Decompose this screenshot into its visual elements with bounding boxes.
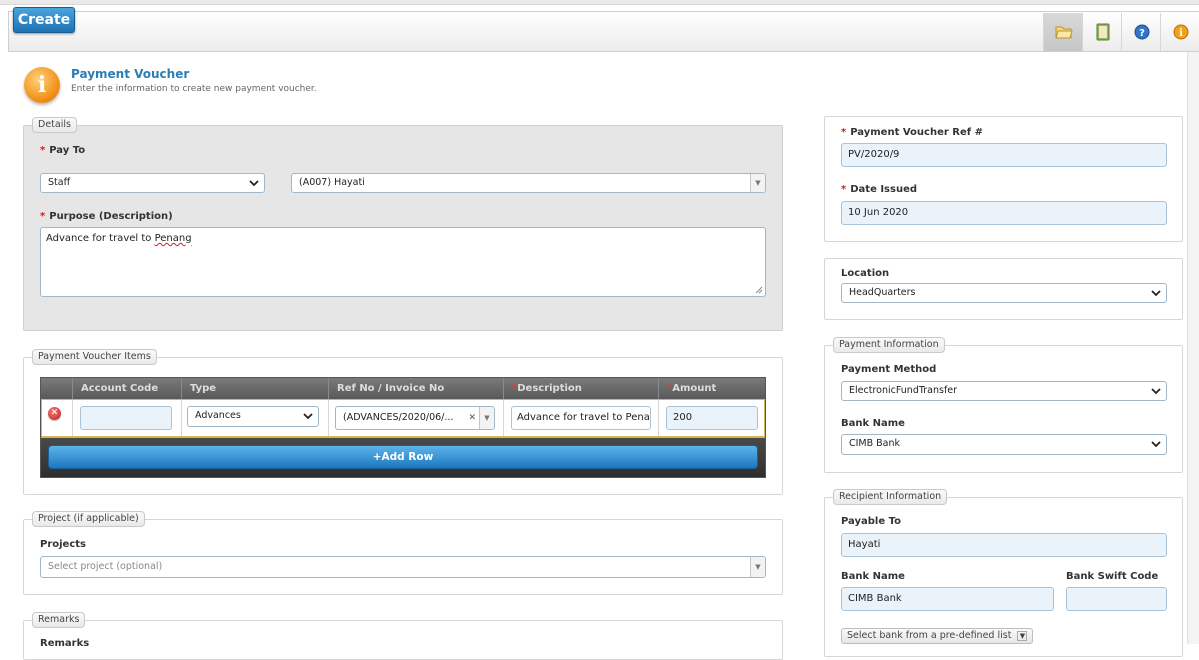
items-grid-header: Account Code Type Ref No / Invoice No *D… [41,378,765,399]
toolbar [8,11,1199,52]
voucher-ref-label: * Payment Voucher Ref # [841,127,983,138]
ref-no-combo[interactable]: (ADVANCES/2020/06/... ✕ ▼ [335,406,495,430]
payment-bank-label: Bank Name [841,418,905,429]
svg-text:i: i [1179,28,1183,39]
chevron-down-icon [1151,388,1161,395]
date-issued-label: * Date Issued [841,184,918,195]
folder-open-icon[interactable] [1043,13,1083,51]
pay-to-label: * Pay To [40,145,86,156]
recipient-bank-input[interactable]: CIMB Bank [841,587,1054,611]
header-description: *Description [503,378,658,399]
page-scrollbar[interactable] [1187,52,1199,644]
item-description-input[interactable]: Advance for travel to Pena [511,406,651,430]
pay-to-person-combo[interactable]: (A007) Hayati ▼ [291,173,766,193]
chevron-down-icon [303,413,313,420]
recipient-bank-label: Bank Name [841,571,905,582]
purpose-textarea[interactable]: Advance for travel to Penang [40,227,766,297]
header-delete-col [41,378,72,399]
create-button[interactable]: Create [13,7,75,33]
chevron-down-icon [1151,441,1161,448]
chevron-down-icon [1151,290,1161,297]
swift-code-label: Bank Swift Code [1066,571,1159,582]
chevron-down-icon: ▼ [1017,630,1028,641]
info-header-icon: i [24,67,60,103]
item-amount-input[interactable]: 200 [666,406,758,430]
projects-combo[interactable]: Select project (optional) ▼ [40,556,766,578]
item-type-select[interactable]: Advances [187,406,319,427]
header-type: Type [181,378,328,399]
chevron-down-icon [249,180,259,187]
remarks-legend: Remarks [32,612,86,628]
header-amount: *Amount [658,378,765,399]
header-account-code: Account Code [72,378,181,399]
details-legend: Details [32,117,77,133]
location-label: Location [841,268,890,279]
help-icon[interactable]: ? [1121,13,1161,51]
svg-text:?: ? [1139,28,1145,39]
payment-info-legend: Payment Information [833,337,945,353]
clear-icon[interactable]: ✕ [468,407,476,429]
delete-row-icon[interactable]: ✕ [48,407,61,420]
pay-to-type-select[interactable]: Staff [40,173,265,193]
combo-arrow-icon[interactable]: ▼ [750,557,765,577]
page-subtitle: Enter the information to create new paym… [71,84,317,94]
payable-to-label: Payable To [841,516,901,527]
resize-grip-icon[interactable] [755,286,763,294]
swift-code-input[interactable] [1066,587,1167,611]
combo-arrow-icon[interactable]: ▼ [750,174,765,192]
top-strip [0,0,1199,5]
payable-to-input[interactable]: Hayati [841,533,1167,557]
predefined-bank-button[interactable]: Select bank from a pre-defined list ▼ [841,628,1034,644]
items-legend: Payment Voucher Items [32,349,157,365]
projects-label: Projects [40,539,87,550]
book-icon[interactable] [1082,13,1122,51]
voucher-ref-input[interactable]: PV/2020/9 [841,143,1167,167]
project-legend: Project (if applicable) [32,511,145,527]
payment-bank-select[interactable]: CIMB Bank [841,434,1167,455]
payment-method-select[interactable]: ElectronicFundTransfer [841,381,1167,401]
account-code-input[interactable] [80,406,172,430]
info-icon[interactable]: i [1160,13,1199,51]
add-row-button[interactable]: +Add Row [48,445,758,469]
payment-method-label: Payment Method [841,364,937,375]
combo-arrow-icon[interactable]: ▼ [479,407,494,429]
location-select[interactable]: HeadQuarters [841,283,1167,303]
recipient-legend: Recipient Information [833,489,948,505]
remarks-panel [23,620,783,660]
page-title: Payment Voucher [71,67,190,81]
date-issued-input[interactable]: 10 Jun 2020 [841,201,1167,225]
purpose-label: * Purpose (Description) [40,211,173,222]
header-ref-no: Ref No / Invoice No [328,378,503,399]
